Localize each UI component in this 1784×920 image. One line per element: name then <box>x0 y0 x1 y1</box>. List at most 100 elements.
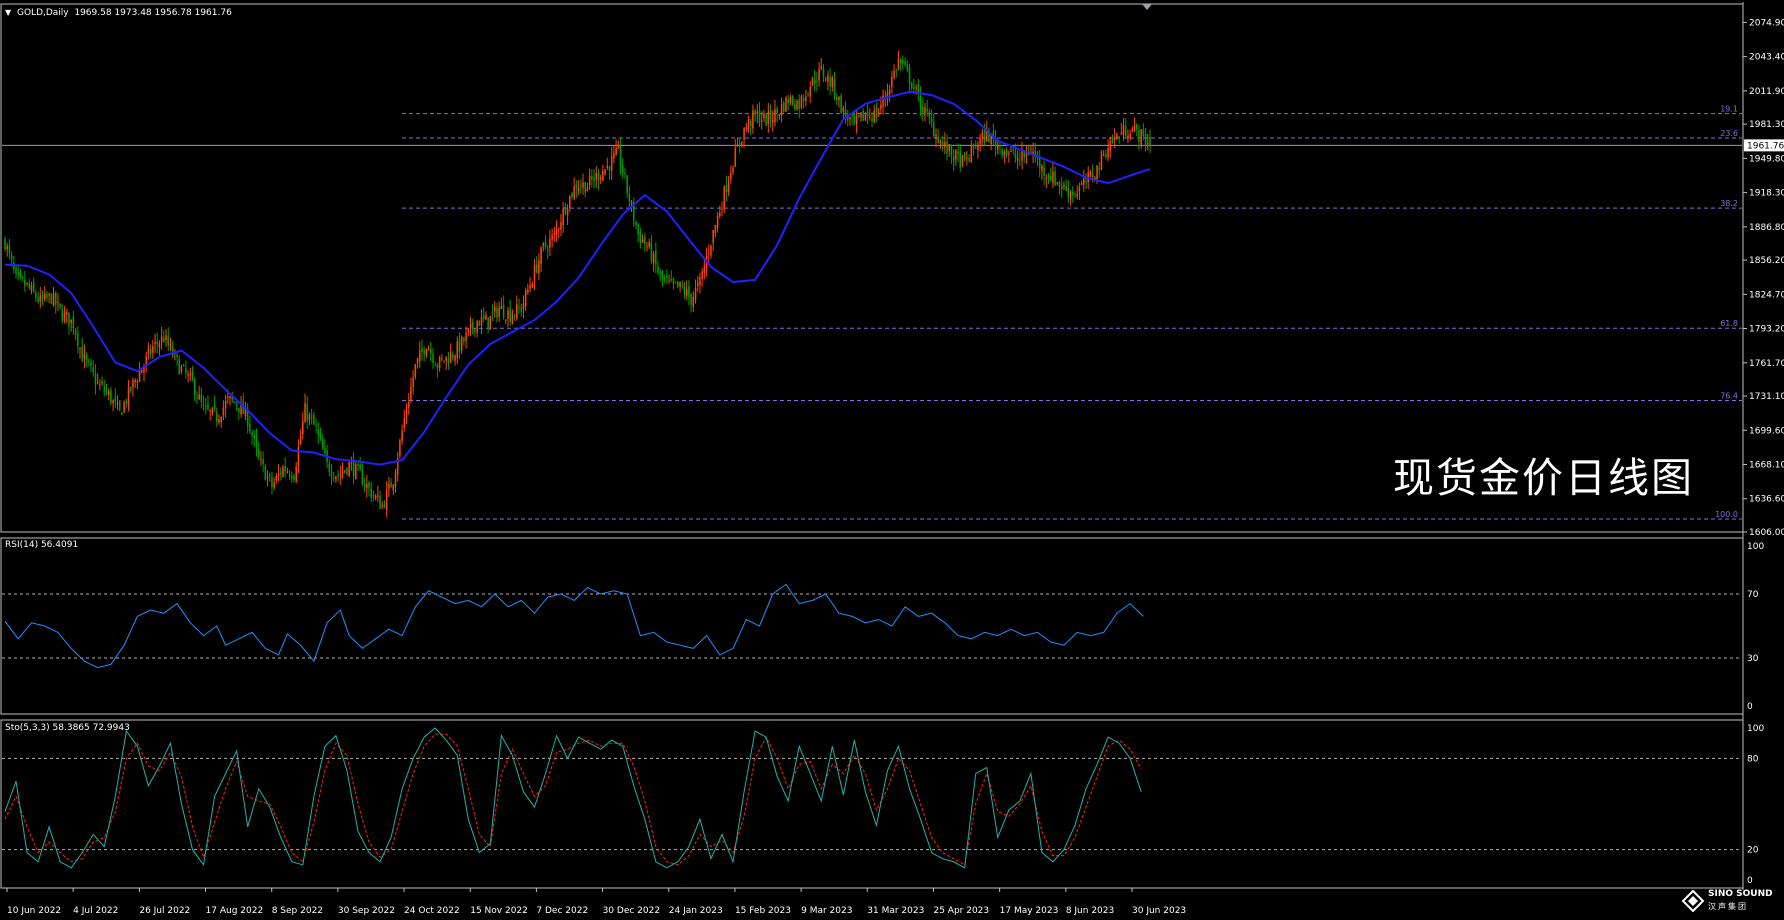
candle-body <box>390 482 392 488</box>
candle-body <box>683 287 686 294</box>
candle-body <box>121 412 123 416</box>
date-tick-label: 8 Jun 2023 <box>1066 906 1114 916</box>
candle-body <box>324 448 326 454</box>
candle-body <box>961 155 964 166</box>
candle-body <box>436 364 439 369</box>
candle-body <box>57 301 59 303</box>
candle-body <box>703 265 706 273</box>
candle-body <box>381 505 384 507</box>
candle-body <box>266 476 269 479</box>
candle-body <box>1135 124 1138 130</box>
candle-body <box>277 473 280 476</box>
candle-body <box>571 192 573 198</box>
candle-body <box>941 142 944 145</box>
candle-body <box>741 141 743 146</box>
candle-body <box>493 306 496 312</box>
candle-body <box>527 289 529 293</box>
candle-body <box>407 402 410 408</box>
candle-body <box>921 106 924 113</box>
candle-body <box>652 253 655 264</box>
candle-body <box>187 373 189 376</box>
candle-body <box>1091 172 1094 178</box>
candle-body <box>844 110 847 116</box>
candle-body <box>207 403 209 409</box>
candle-body <box>972 144 975 149</box>
candle-body <box>1138 130 1140 142</box>
chart-shift-marker-icon[interactable] <box>1142 4 1152 10</box>
candle-body <box>1113 136 1116 140</box>
candle-body <box>374 495 377 499</box>
candle-body <box>469 323 472 328</box>
candle-body <box>315 424 317 427</box>
candle-body <box>129 387 132 391</box>
candle-body <box>606 165 609 169</box>
candle-body <box>460 336 463 351</box>
candle-body <box>463 338 465 342</box>
price-tick-label: 2043.40 <box>1749 53 1784 63</box>
candle-body <box>902 60 904 65</box>
candle-body <box>796 101 798 110</box>
candle-body <box>646 246 648 248</box>
candle-body <box>105 391 108 393</box>
candle-body <box>855 116 858 124</box>
candle-body <box>77 333 79 347</box>
candle-body <box>952 155 955 162</box>
candle-body <box>774 109 776 123</box>
price-tick-label: 1668.10 <box>1749 461 1784 471</box>
candle-body <box>743 127 745 140</box>
candle-body <box>1056 182 1059 184</box>
candle-body <box>679 282 681 287</box>
candle-body <box>335 476 337 480</box>
logo-brand-text: SINO SOUND <box>1708 889 1773 899</box>
candle-body <box>132 379 134 388</box>
sto-panel-header: Sto(5,3,3) 58.3865 72.9943 <box>5 723 130 733</box>
candle-body <box>966 157 968 159</box>
candle-body <box>79 347 81 350</box>
candle-body <box>288 474 291 477</box>
candle-body <box>935 134 937 139</box>
oscillator-tick-label: 20 <box>1747 846 1759 856</box>
price-axis: 2074.90 2043.40 2011.90 1981.30 1949.80 1918.… <box>1743 18 1784 538</box>
candle-body <box>379 495 381 509</box>
candle-body <box>154 341 156 344</box>
candle-body <box>650 242 653 262</box>
candle-body <box>692 297 695 307</box>
candle-body <box>882 95 884 107</box>
candle-body <box>24 279 26 287</box>
candle-body <box>176 354 178 357</box>
candle-body <box>1096 165 1098 181</box>
candle-body <box>372 494 375 497</box>
candle-body <box>613 153 615 159</box>
candle-body <box>604 169 606 174</box>
dropdown-arrow-icon[interactable]: ▼ <box>5 8 12 17</box>
date-tick-label: 17 Aug 2022 <box>206 906 264 916</box>
candle-body <box>257 448 260 458</box>
candle-body <box>491 312 494 314</box>
candle-body <box>560 222 562 230</box>
candle-body <box>198 394 200 400</box>
candle-body <box>549 238 551 248</box>
candle-body <box>659 272 662 275</box>
candle-body <box>319 433 322 439</box>
candle-body <box>112 400 114 404</box>
date-tick-label: 7 Dec 2022 <box>536 906 588 916</box>
candle-body <box>68 312 70 326</box>
candle-body <box>794 104 796 110</box>
candle-body <box>359 464 361 471</box>
candle-body <box>509 308 511 322</box>
candle-body <box>644 237 646 245</box>
candle-body <box>8 245 11 254</box>
candle-body <box>577 187 580 192</box>
candle-body <box>674 281 677 283</box>
candle-body <box>275 475 278 481</box>
candle-body <box>869 116 871 118</box>
candle-body <box>392 484 395 491</box>
candle-body <box>224 400 227 409</box>
candle-body <box>1067 187 1070 197</box>
candle-body <box>930 118 933 123</box>
candle-body <box>339 474 342 476</box>
candle-body <box>213 405 216 410</box>
candle-body <box>732 167 734 173</box>
candle-body <box>169 344 172 347</box>
candle-body <box>694 288 697 300</box>
